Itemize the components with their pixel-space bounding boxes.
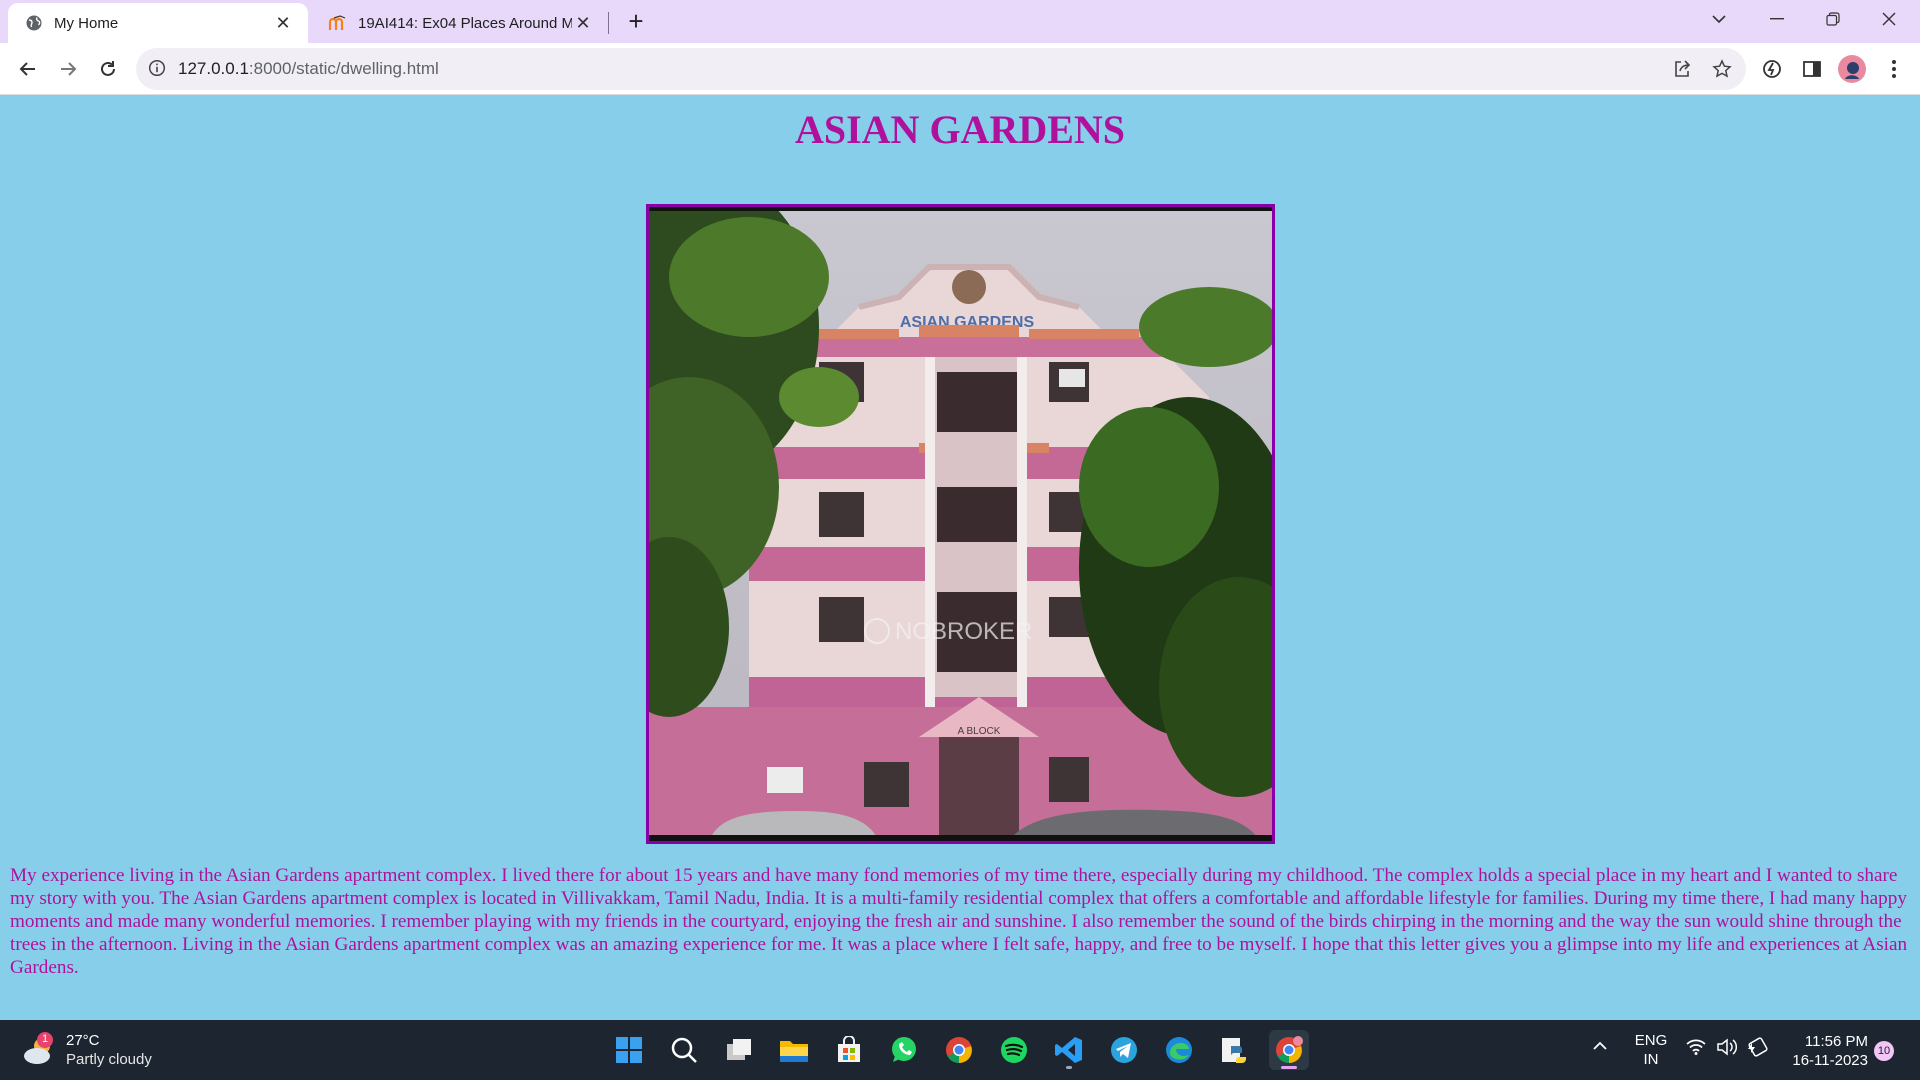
web-page: ASIAN GARDENS ASIAN GARDENS A BLOCK NOBR… — [0, 96, 1920, 1020]
apartment-photo: ASIAN GARDENS A BLOCK NOBROKER — [646, 204, 1275, 844]
python-icon[interactable] — [1214, 1030, 1254, 1070]
tab-search-icon[interactable] — [1692, 0, 1746, 38]
bookmark-star-icon[interactable] — [1710, 57, 1734, 81]
search-icon[interactable] — [664, 1030, 704, 1070]
telegram-icon[interactable] — [1104, 1030, 1144, 1070]
chrome-icon[interactable] — [939, 1030, 979, 1070]
edge-icon[interactable] — [1159, 1030, 1199, 1070]
clock-time: 11:56 PM — [1804, 1033, 1868, 1050]
running-indicator — [1281, 1066, 1297, 1069]
weather-widget[interactable]: 1 27°C Partly cloudy — [22, 1028, 152, 1072]
running-indicator — [1066, 1066, 1072, 1069]
extension-icon[interactable] — [1758, 55, 1786, 83]
clock-date: 16-11-2023 — [1792, 1052, 1868, 1069]
tab-places-around-me[interactable]: 19AI414: Ex04 Places Around Me ✕ — [312, 3, 608, 43]
page-title: ASIAN GARDENS — [794, 107, 1126, 152]
chrome-profile-icon[interactable] — [1269, 1030, 1309, 1070]
tab-strip: My Home ✕ 19AI414: Ex04 Places Around Me… — [0, 0, 1920, 43]
language-indicator[interactable]: ENG IN — [1634, 1031, 1668, 1069]
browser-toolbar: 127.0.0.1:8000/static/dwelling.html — [0, 43, 1920, 95]
close-window-icon[interactable] — [1862, 0, 1916, 38]
image-watermark: NOBROKER — [895, 618, 1032, 645]
menu-kebab-icon[interactable] — [1880, 55, 1908, 83]
file-explorer-icon[interactable] — [774, 1030, 814, 1070]
windows-taskbar: 1 27°C Partly cloudy ENG IN 11:56 PM 16-… — [0, 1020, 1920, 1080]
forward-arrow-icon[interactable] — [52, 53, 84, 85]
tab-separator — [608, 12, 609, 34]
vscode-icon[interactable] — [1049, 1030, 1089, 1070]
restore-icon[interactable] — [1806, 0, 1860, 38]
task-view-icon[interactable] — [719, 1030, 759, 1070]
share-icon[interactable] — [1670, 57, 1694, 81]
tab-title: My Home — [54, 14, 119, 32]
url-host: 127.0.0.1 — [178, 59, 249, 78]
partly-cloudy-icon: 1 — [22, 1032, 58, 1068]
block-label: A BLOCK — [958, 726, 1001, 737]
show-hidden-icons-icon[interactable] — [1592, 1038, 1608, 1055]
microsoft-store-icon[interactable] — [829, 1030, 869, 1070]
weather-temp: 27°C — [66, 1032, 100, 1049]
site-info-icon[interactable] — [148, 59, 168, 79]
wifi-icon[interactable] — [1686, 1039, 1706, 1059]
tab-my-home[interactable]: My Home ✕ — [8, 3, 308, 43]
reload-icon[interactable] — [92, 53, 124, 85]
spotify-icon[interactable] — [994, 1030, 1034, 1070]
volume-icon[interactable] — [1716, 1038, 1738, 1060]
notification-badge[interactable]: 10 — [1874, 1041, 1894, 1061]
language-code: ENG — [1634, 1032, 1668, 1049]
weather-condition: Partly cloudy — [66, 1051, 152, 1068]
close-tab-icon[interactable]: ✕ — [272, 12, 294, 34]
side-panel-icon[interactable] — [1798, 55, 1826, 83]
profile-avatar[interactable] — [1838, 55, 1866, 83]
url-text: 127.0.0.1:8000/static/dwelling.html — [178, 59, 439, 79]
address-bar[interactable]: 127.0.0.1:8000/static/dwelling.html — [136, 48, 1746, 90]
tab-title: 19AI414: Ex04 Places Around Me — [358, 14, 572, 32]
close-tab-icon[interactable]: ✕ — [572, 12, 594, 34]
back-arrow-icon[interactable] — [12, 53, 44, 85]
minimize-icon[interactable] — [1750, 0, 1804, 38]
weather-badge: 1 — [41, 1033, 49, 1045]
apartment-building-image: ASIAN GARDENS A BLOCK NOBROKER — [649, 207, 1272, 841]
moodle-icon — [328, 13, 348, 33]
url-path: :8000/static/dwelling.html — [248, 59, 439, 78]
region-code: IN — [1643, 1051, 1659, 1068]
globe-icon — [24, 13, 44, 33]
whatsapp-icon[interactable] — [884, 1030, 924, 1070]
battery-charging-icon[interactable] — [1746, 1037, 1768, 1061]
start-icon[interactable] — [609, 1030, 649, 1070]
system-clock[interactable]: 11:56 PM 16-11-2023 — [1778, 1032, 1868, 1070]
new-tab-button[interactable]: + — [622, 6, 650, 36]
experience-paragraph: My experience living in the Asian Garden… — [10, 865, 1908, 978]
